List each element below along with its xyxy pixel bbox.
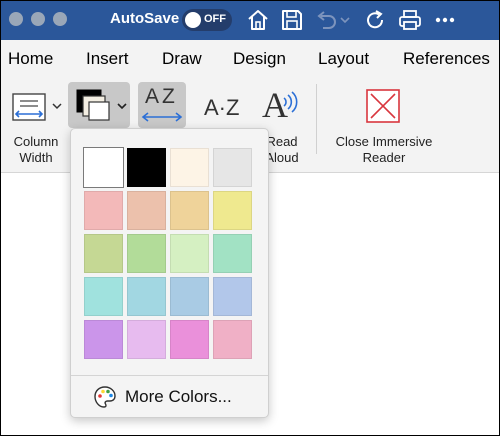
tab-layout[interactable]: Layout bbox=[318, 49, 369, 69]
color-swatch[interactable] bbox=[170, 234, 209, 273]
color-swatch[interactable] bbox=[213, 148, 252, 187]
color-swatch[interactable] bbox=[83, 147, 124, 188]
redo-icon[interactable] bbox=[362, 7, 388, 33]
text-spacing-button[interactable]: AZ bbox=[138, 82, 186, 128]
print-icon[interactable] bbox=[397, 7, 423, 33]
close-window-button[interactable] bbox=[9, 12, 23, 26]
autosave-toggle[interactable]: OFF bbox=[182, 9, 232, 31]
title-bar: AutoSave OFF bbox=[0, 0, 500, 40]
color-swatch[interactable] bbox=[84, 320, 123, 359]
color-swatch[interactable] bbox=[213, 320, 252, 359]
color-swatch[interactable] bbox=[213, 191, 252, 230]
color-swatch[interactable] bbox=[127, 320, 166, 359]
tab-design[interactable]: Design bbox=[233, 49, 286, 69]
color-swatch[interactable] bbox=[170, 148, 209, 187]
ribbon-separator bbox=[316, 84, 317, 154]
palette-icon bbox=[94, 386, 116, 408]
page-color-chevron-down-icon bbox=[117, 103, 127, 110]
page-color-button[interactable] bbox=[68, 82, 130, 128]
read-aloud-button[interactable]: A bbox=[262, 85, 302, 126]
color-swatch[interactable] bbox=[213, 277, 252, 316]
close-immersive-reader-label[interactable]: Close Immersive Reader bbox=[326, 134, 442, 166]
toggle-state: OFF bbox=[204, 13, 226, 25]
panel-divider bbox=[71, 375, 268, 376]
toggle-knob bbox=[185, 12, 201, 28]
autosave-label: AutoSave bbox=[110, 10, 180, 27]
undo-icon[interactable] bbox=[313, 7, 339, 33]
minimize-window-button[interactable] bbox=[31, 12, 45, 26]
more-options-icon[interactable] bbox=[432, 7, 458, 33]
sound-waves-icon bbox=[283, 91, 298, 113]
more-colors-button[interactable]: More Colors... bbox=[93, 384, 232, 410]
ribbon-tabs: Home Insert Draw Design Layout Reference… bbox=[0, 40, 500, 76]
text-spacing-icon bbox=[141, 112, 183, 122]
color-swatch[interactable] bbox=[170, 191, 209, 230]
column-width-chevron-down-icon[interactable] bbox=[51, 100, 63, 112]
tab-draw[interactable]: Draw bbox=[162, 49, 202, 69]
text-spacing-glyph: AZ bbox=[145, 85, 178, 108]
column-width-icon[interactable] bbox=[10, 90, 48, 124]
color-swatch[interactable] bbox=[127, 191, 166, 230]
chevron-down-icon[interactable] bbox=[339, 7, 351, 33]
close-icon[interactable] bbox=[365, 88, 401, 124]
column-width-label: Column Width bbox=[13, 134, 59, 165]
page-color-icon bbox=[76, 89, 110, 121]
color-swatch[interactable] bbox=[127, 148, 166, 187]
color-swatch[interactable] bbox=[84, 277, 123, 316]
tab-references[interactable]: References bbox=[403, 49, 490, 69]
color-swatch[interactable] bbox=[84, 191, 123, 230]
save-icon[interactable] bbox=[279, 7, 305, 33]
home-icon[interactable] bbox=[245, 7, 271, 33]
maximize-window-button[interactable] bbox=[53, 12, 67, 26]
color-swatch[interactable] bbox=[170, 277, 209, 316]
syllables-icon[interactable]: A·Z bbox=[204, 95, 239, 121]
color-swatch[interactable] bbox=[170, 320, 209, 359]
color-swatch[interactable] bbox=[127, 277, 166, 316]
more-colors-label: More Colors... bbox=[125, 387, 232, 406]
page-color-dropdown: More Colors... bbox=[70, 128, 269, 418]
color-swatch[interactable] bbox=[84, 234, 123, 273]
color-swatch[interactable] bbox=[127, 234, 166, 273]
color-swatch[interactable] bbox=[213, 234, 252, 273]
tab-home[interactable]: Home bbox=[8, 49, 53, 69]
tab-insert[interactable]: Insert bbox=[86, 49, 129, 69]
